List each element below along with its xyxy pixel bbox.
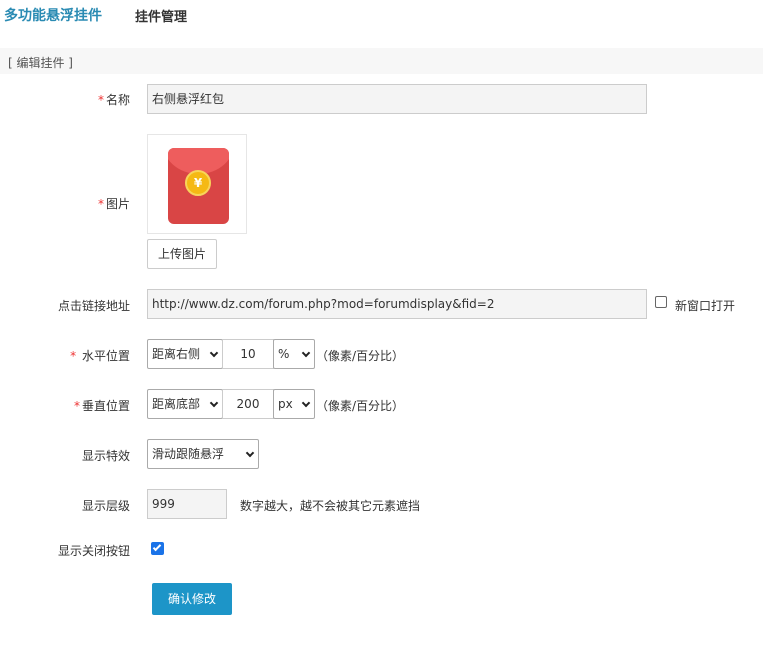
layer-label: 显示层级	[81, 499, 130, 513]
upload-image-button[interactable]: 上传图片	[147, 239, 217, 269]
vertical-label: * 垂直位置	[73, 399, 130, 413]
required-mark: *	[97, 93, 104, 107]
tab-floating-widget[interactable]: 多功能悬浮挂件	[4, 5, 102, 25]
chevron-down-icon	[209, 398, 219, 408]
coin-icon: ¥	[185, 170, 211, 196]
horizontal-value-input[interactable]: 10	[222, 339, 274, 369]
link-input[interactable]: http://www.dz.com/forum.php?mod=forumdis…	[147, 289, 647, 319]
new-window-label: 新窗口打开	[675, 299, 736, 313]
red-envelope-icon: ¥	[168, 148, 229, 224]
horizontal-side-select[interactable]: 距离右侧	[147, 339, 223, 369]
image-preview: ¥	[147, 134, 247, 234]
section-header: [ 编辑挂件 ]	[0, 48, 763, 74]
vertical-unit-select[interactable]: px	[273, 389, 315, 419]
horizontal-label: * 水平位置	[70, 349, 130, 363]
layer-input[interactable]: 999	[147, 489, 227, 519]
tab-widget-management[interactable]: 挂件管理	[135, 6, 187, 25]
effect-label: 显示特效	[81, 449, 130, 463]
vertical-hint: （像素/百分比）	[316, 399, 405, 413]
horizontal-unit-select[interactable]: %	[273, 339, 315, 369]
name-label: * 名称	[97, 93, 130, 107]
top-nav: 多功能悬浮挂件 挂件管理	[0, 0, 763, 30]
check-icon	[152, 542, 162, 552]
vertical-value-input[interactable]: 200	[222, 389, 274, 419]
section-title: [ 编辑挂件 ]	[8, 56, 73, 70]
layer-hint: 数字越大，越不会被其它元素遮挡	[240, 499, 421, 513]
required-mark: *	[97, 197, 104, 211]
close-button-checkbox[interactable]	[151, 542, 164, 555]
confirm-button[interactable]: 确认修改	[152, 583, 232, 615]
horizontal-hint: （像素/百分比）	[316, 349, 405, 363]
required-mark: *	[70, 349, 77, 363]
chevron-down-icon	[209, 348, 219, 358]
link-label: 点击链接地址	[57, 299, 130, 313]
vertical-side-select[interactable]: 距离底部	[147, 389, 223, 419]
image-label: * 图片	[97, 197, 130, 211]
chevron-down-icon	[245, 448, 255, 458]
name-input[interactable]: 右侧悬浮红包	[147, 84, 647, 114]
required-mark: *	[73, 399, 80, 413]
chevron-down-icon	[301, 398, 311, 408]
chevron-down-icon	[301, 348, 311, 358]
effect-select[interactable]: 滑动跟随悬浮	[147, 439, 259, 469]
close-button-label: 显示关闭按钮	[57, 544, 130, 558]
new-window-checkbox[interactable]	[655, 296, 667, 308]
